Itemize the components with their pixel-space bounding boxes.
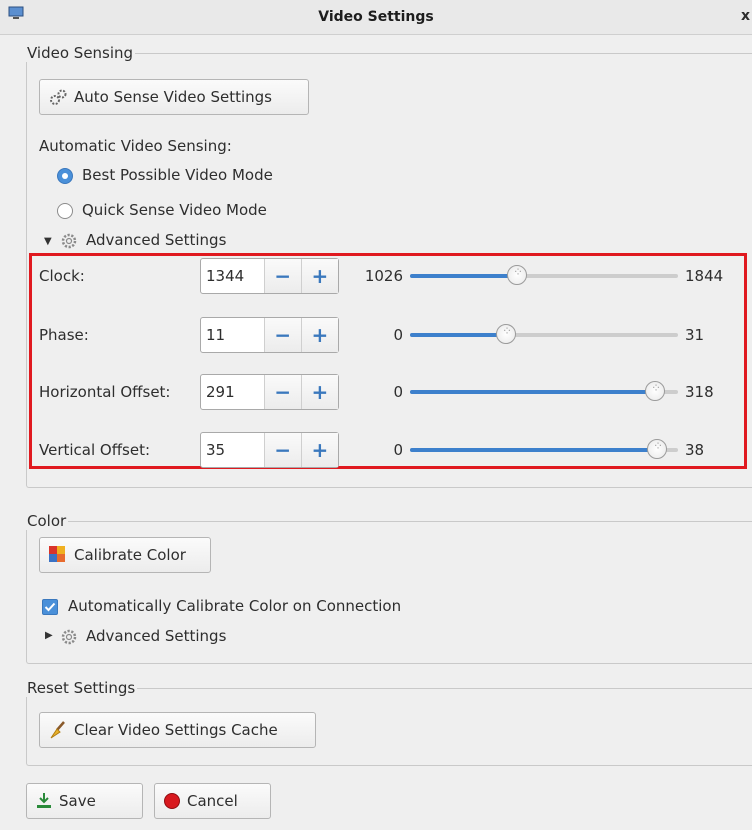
- cancel-button[interactable]: Cancel: [154, 783, 271, 819]
- calibrate-color-button[interactable]: Calibrate Color: [39, 537, 211, 573]
- vertical-offset-min-label: 0: [393, 441, 403, 459]
- color-advanced-settings-toggle[interactable]: Advanced Settings: [86, 627, 226, 645]
- phase-label: Phase:: [39, 326, 89, 344]
- reset-settings-legend: Reset Settings: [27, 679, 136, 697]
- clock-spinbox[interactable]: 1344 − +: [200, 258, 339, 294]
- clock-decrement-button[interactable]: −: [263, 259, 301, 293]
- advanced-settings-toggle[interactable]: Advanced Settings: [86, 231, 226, 249]
- auto-calibrate-checkbox[interactable]: [42, 599, 58, 615]
- horizontal-offset-min-label: 0: [393, 383, 403, 401]
- phase-decrement-button[interactable]: −: [263, 318, 301, 352]
- gear-icon: [61, 233, 77, 249]
- clock-increment-button[interactable]: +: [300, 259, 339, 293]
- clock-label: Clock:: [39, 267, 85, 285]
- broom-icon: [50, 721, 65, 739]
- phase-slider[interactable]: [410, 324, 678, 344]
- vertical-offset-decrement-button[interactable]: −: [263, 433, 301, 467]
- horizontal-offset-max-label: 318: [685, 383, 714, 401]
- cancel-icon: [164, 793, 180, 809]
- auto-sense-button[interactable]: Auto Sense Video Settings: [39, 79, 309, 115]
- phase-slider-fill: [410, 333, 506, 337]
- expanded-arrow-icon[interactable]: ▼: [44, 236, 52, 247]
- window-title: Video Settings: [318, 9, 434, 25]
- vertical-offset-value[interactable]: 35: [201, 433, 264, 467]
- clock-value[interactable]: 1344: [201, 259, 264, 293]
- horizontal-offset-slider-fill: [410, 390, 655, 394]
- horizontal-offset-label: Horizontal Offset:: [39, 383, 171, 401]
- save-label: Save: [59, 792, 96, 810]
- horizontal-offset-slider-handle[interactable]: [645, 381, 665, 401]
- clock-min-label: 1026: [364, 267, 403, 285]
- advanced-settings-highlight: [29, 253, 747, 469]
- clock-max-label: 1844: [685, 267, 724, 285]
- gear-icon: [61, 629, 77, 645]
- auto-sense-label: Auto Sense Video Settings: [74, 88, 272, 106]
- video-sensing-legend: Video Sensing: [27, 44, 134, 62]
- best-mode-label[interactable]: Best Possible Video Mode: [82, 166, 273, 184]
- clock-slider-fill: [410, 274, 517, 278]
- quick-mode-radio[interactable]: [57, 203, 73, 219]
- auto-calibrate-label[interactable]: Automatically Calibrate Color on Connect…: [68, 597, 401, 615]
- phase-slider-handle[interactable]: [496, 324, 516, 344]
- save-button[interactable]: Save: [26, 783, 143, 819]
- vertical-offset-max-label: 38: [685, 441, 705, 459]
- vertical-offset-label: Vertical Offset:: [39, 441, 151, 459]
- calibrate-color-label: Calibrate Color: [74, 546, 186, 564]
- clock-slider[interactable]: [410, 265, 678, 285]
- vertical-offset-slider-fill: [410, 448, 657, 452]
- close-button[interactable]: x: [741, 8, 750, 24]
- title-bar: Video Settings x: [0, 0, 752, 35]
- quick-mode-label[interactable]: Quick Sense Video Mode: [82, 201, 267, 219]
- clear-cache-button[interactable]: Clear Video Settings Cache: [39, 712, 316, 748]
- horizontal-offset-slider[interactable]: [410, 381, 678, 401]
- cancel-label: Cancel: [187, 792, 238, 810]
- color-legend: Color: [27, 512, 67, 530]
- phase-value[interactable]: 11: [201, 318, 264, 352]
- horizontal-offset-spinbox[interactable]: 291 − +: [200, 374, 339, 410]
- phase-max-label: 31: [685, 326, 705, 344]
- clock-slider-handle[interactable]: [507, 265, 527, 285]
- save-icon: [37, 793, 51, 808]
- horizontal-offset-increment-button[interactable]: +: [300, 375, 339, 409]
- horizontal-offset-value[interactable]: 291: [201, 375, 264, 409]
- gears-icon: [50, 89, 67, 105]
- calibrate-color-icon: [49, 546, 65, 562]
- automatic-sensing-label: Automatic Video Sensing:: [39, 137, 232, 155]
- horizontal-offset-decrement-button[interactable]: −: [263, 375, 301, 409]
- vertical-offset-increment-button[interactable]: +: [300, 433, 339, 467]
- phase-spinbox[interactable]: 11 − +: [200, 317, 339, 353]
- vertical-offset-slider-handle[interactable]: [647, 439, 667, 459]
- clear-cache-label: Clear Video Settings Cache: [74, 721, 278, 739]
- checkmark-icon: [44, 602, 56, 612]
- best-mode-radio[interactable]: [57, 168, 73, 184]
- vertical-offset-slider[interactable]: [410, 439, 678, 459]
- phase-increment-button[interactable]: +: [300, 318, 339, 352]
- vertical-offset-spinbox[interactable]: 35 − +: [200, 432, 339, 468]
- phase-min-label: 0: [393, 326, 403, 344]
- collapsed-arrow-icon[interactable]: ▶: [45, 630, 53, 641]
